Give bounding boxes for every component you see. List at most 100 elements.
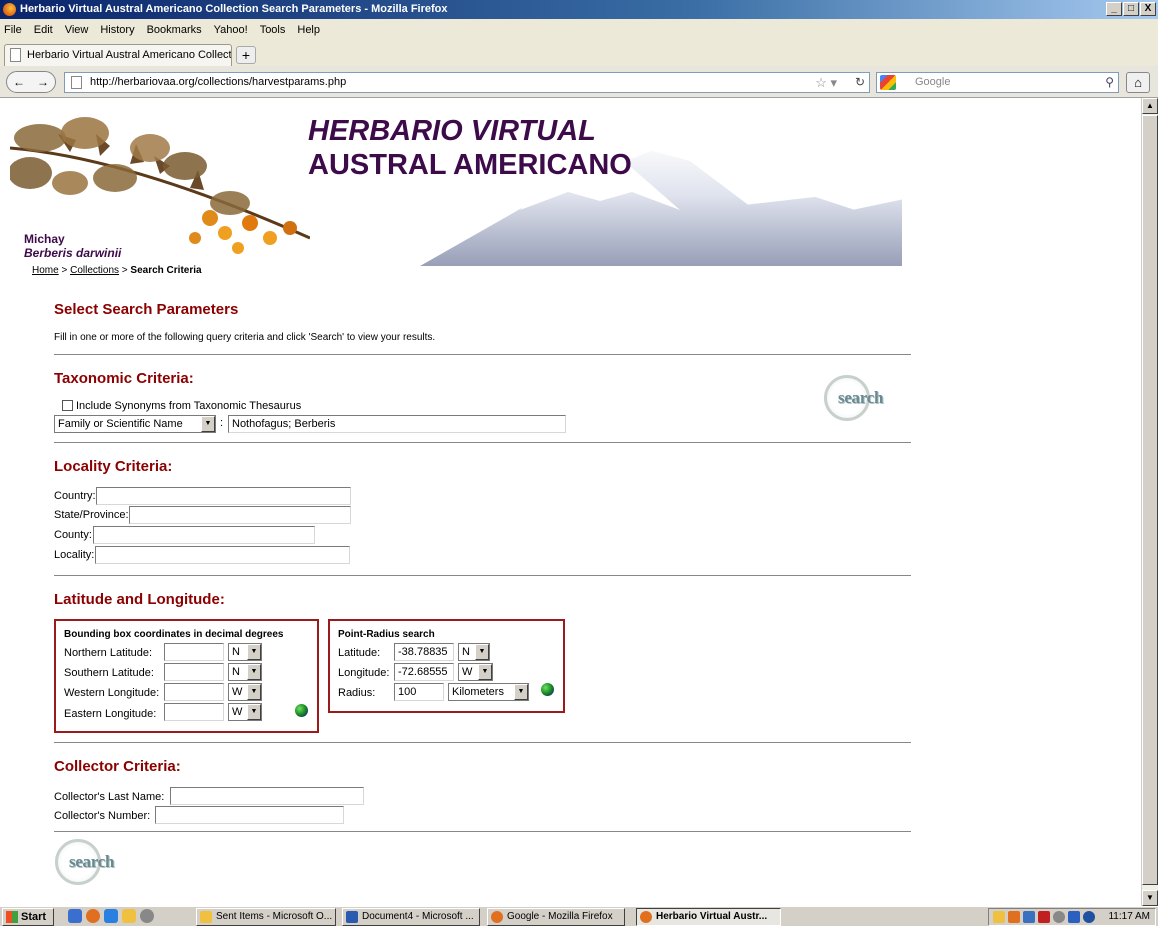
radius-unit-select[interactable]: Kilometers ▼ [448, 683, 529, 701]
east-dir-select[interactable]: W ▼ [228, 703, 262, 721]
state-input[interactable] [129, 506, 351, 524]
quicklaunch-ie-icon[interactable] [68, 909, 82, 923]
start-button[interactable]: Start [2, 908, 54, 926]
scroll-up-arrow-icon[interactable]: ▲ [1142, 98, 1158, 114]
west-dir-select[interactable]: W ▼ [228, 683, 262, 701]
messenger-icon[interactable] [1083, 911, 1095, 923]
home-icon[interactable]: ⌂ [1126, 72, 1150, 93]
taskbar-item-word[interactable]: Document4 - Microsoft ... [342, 908, 480, 926]
east-long-label: Eastern Longitude: [64, 708, 157, 720]
taskbar-item-label: Sent Items - Microsoft O... [216, 911, 333, 922]
taskbar-item-herbario[interactable]: Herbario Virtual Austr... [636, 908, 781, 926]
quicklaunch-media-icon[interactable] [140, 909, 154, 923]
quicklaunch-outlook-icon[interactable] [122, 909, 136, 923]
update-icon[interactable] [1053, 911, 1065, 923]
longitude-dir-select[interactable]: W ▼ [458, 663, 493, 681]
menu-file[interactable]: File [4, 24, 22, 36]
breadcrumb-collections-link[interactable]: Collections [70, 265, 119, 276]
word-icon [346, 911, 358, 923]
reload-icon[interactable]: ↻ [855, 73, 865, 92]
google-icon[interactable] [880, 75, 896, 90]
new-tab-button[interactable]: + [236, 46, 256, 64]
chevron-down-icon: ▼ [201, 416, 215, 432]
west-long-input[interactable] [164, 683, 224, 701]
search-button-bottom[interactable]: search [55, 839, 127, 889]
menu-bar: File Edit View History Bookmarks Yahoo! … [0, 19, 1158, 41]
window-titlebar: Herbario Virtual Austral Americano Colle… [0, 0, 1158, 19]
locality-label: Locality: [54, 549, 95, 561]
chevron-down-icon: ▼ [247, 684, 261, 700]
menu-view[interactable]: View [65, 24, 89, 36]
scroll-down-arrow-icon[interactable]: ▼ [1142, 890, 1158, 906]
vertical-scrollbar[interactable]: ▲ ▼ [1141, 98, 1158, 906]
quicklaunch-firefox-icon[interactable] [86, 909, 100, 923]
windows-taskbar: Start Sent Items - Microsoft O... Docume… [0, 906, 1158, 926]
locality-input[interactable] [95, 546, 350, 564]
search-button-label: search [838, 388, 884, 407]
firefox-icon [640, 911, 652, 923]
mail-icon[interactable] [993, 911, 1005, 923]
collector-number-input[interactable] [155, 806, 344, 824]
close-button[interactable]: X [1140, 2, 1156, 16]
east-long-input[interactable] [164, 703, 224, 721]
bookmark-star-icon[interactable]: ☆ ▾ [815, 73, 837, 92]
globe-icon[interactable] [295, 704, 308, 717]
south-dir-select[interactable]: N ▼ [228, 663, 262, 681]
south-lat-input[interactable] [164, 663, 224, 681]
scroll-thumb[interactable] [1142, 115, 1158, 885]
url-bar[interactable]: http://herbariovaa.org/collections/harve… [64, 72, 870, 93]
north-dir-select[interactable]: N ▼ [228, 643, 262, 661]
forward-arrow-icon[interactable]: → [31, 72, 55, 92]
network-icon[interactable] [1023, 911, 1035, 923]
page-icon [71, 76, 82, 89]
menu-yahoo[interactable]: Yahoo! [214, 24, 248, 36]
menu-history[interactable]: History [100, 24, 134, 36]
taxon-type-value: Family or Scientific Name [58, 418, 183, 430]
search-button-top[interactable]: search [824, 375, 896, 425]
taskbar-item-outlook[interactable]: Sent Items - Microsoft O... [196, 908, 336, 926]
menu-bookmarks[interactable]: Bookmarks [147, 24, 202, 36]
globe-icon[interactable] [541, 683, 554, 696]
taskbar-item-label: Document4 - Microsoft ... [362, 911, 474, 922]
search-icon[interactable]: ⚲ [1105, 73, 1114, 92]
latitude-label: Latitude: [338, 647, 381, 659]
quicklaunch-explorer-icon[interactable] [104, 909, 118, 923]
tab-bar: Herbario Virtual Austral Americano Colle… [0, 41, 1158, 66]
security-icon[interactable] [1068, 911, 1080, 923]
locality-heading: Locality Criteria: [54, 458, 173, 475]
point-radius-panel: Point-Radius search Latitude: -38.78835 … [328, 619, 565, 713]
latitude-dir-select[interactable]: N ▼ [458, 643, 490, 661]
taxa-input[interactable]: Nothofagus; Berberis [228, 415, 566, 433]
search-box[interactable]: Google ⚲ [876, 72, 1119, 93]
divider [54, 831, 911, 832]
clock-app-icon[interactable] [1008, 911, 1020, 923]
longitude-input[interactable]: -72.68555 [394, 663, 454, 681]
system-tray: 11:17 AM [988, 908, 1156, 926]
radius-input[interactable]: 100 [394, 683, 444, 701]
county-input[interactable] [93, 526, 315, 544]
breadcrumb-home-link[interactable]: Home [32, 265, 59, 276]
radius-label: Radius: [338, 687, 376, 699]
country-input[interactable] [96, 487, 351, 505]
menu-tools[interactable]: Tools [260, 24, 286, 36]
back-arrow-icon[interactable]: ← [7, 72, 31, 92]
collector-lastname-input[interactable] [170, 787, 364, 805]
menu-help[interactable]: Help [297, 24, 320, 36]
minimize-button[interactable]: _ [1106, 2, 1122, 16]
taskbar-item-google[interactable]: Google - Mozilla Firefox [487, 908, 625, 926]
latitude-input[interactable]: -38.78835 [394, 643, 454, 661]
synonyms-checkbox[interactable] [62, 400, 73, 411]
search-button-label: search [69, 852, 115, 871]
chevron-down-icon: ▼ [247, 644, 261, 660]
menu-edit[interactable]: Edit [34, 24, 53, 36]
breadcrumb-separator: > [61, 265, 68, 276]
south-lat-label: Southern Latitude: [64, 667, 154, 679]
north-lat-input[interactable] [164, 643, 224, 661]
tab-herbario[interactable]: Herbario Virtual Austral Americano Colle… [4, 44, 232, 66]
synonyms-label: Include Synonyms from Taxonomic Thesauru… [76, 400, 302, 412]
pdf-icon[interactable] [1038, 911, 1050, 923]
tab-label: Herbario Virtual Austral Americano Colle… [27, 49, 232, 61]
chevron-down-icon: ▼ [247, 704, 261, 720]
maximize-button[interactable]: □ [1123, 2, 1139, 16]
taxon-type-select[interactable]: Family or Scientific Name ▼ [54, 415, 216, 433]
